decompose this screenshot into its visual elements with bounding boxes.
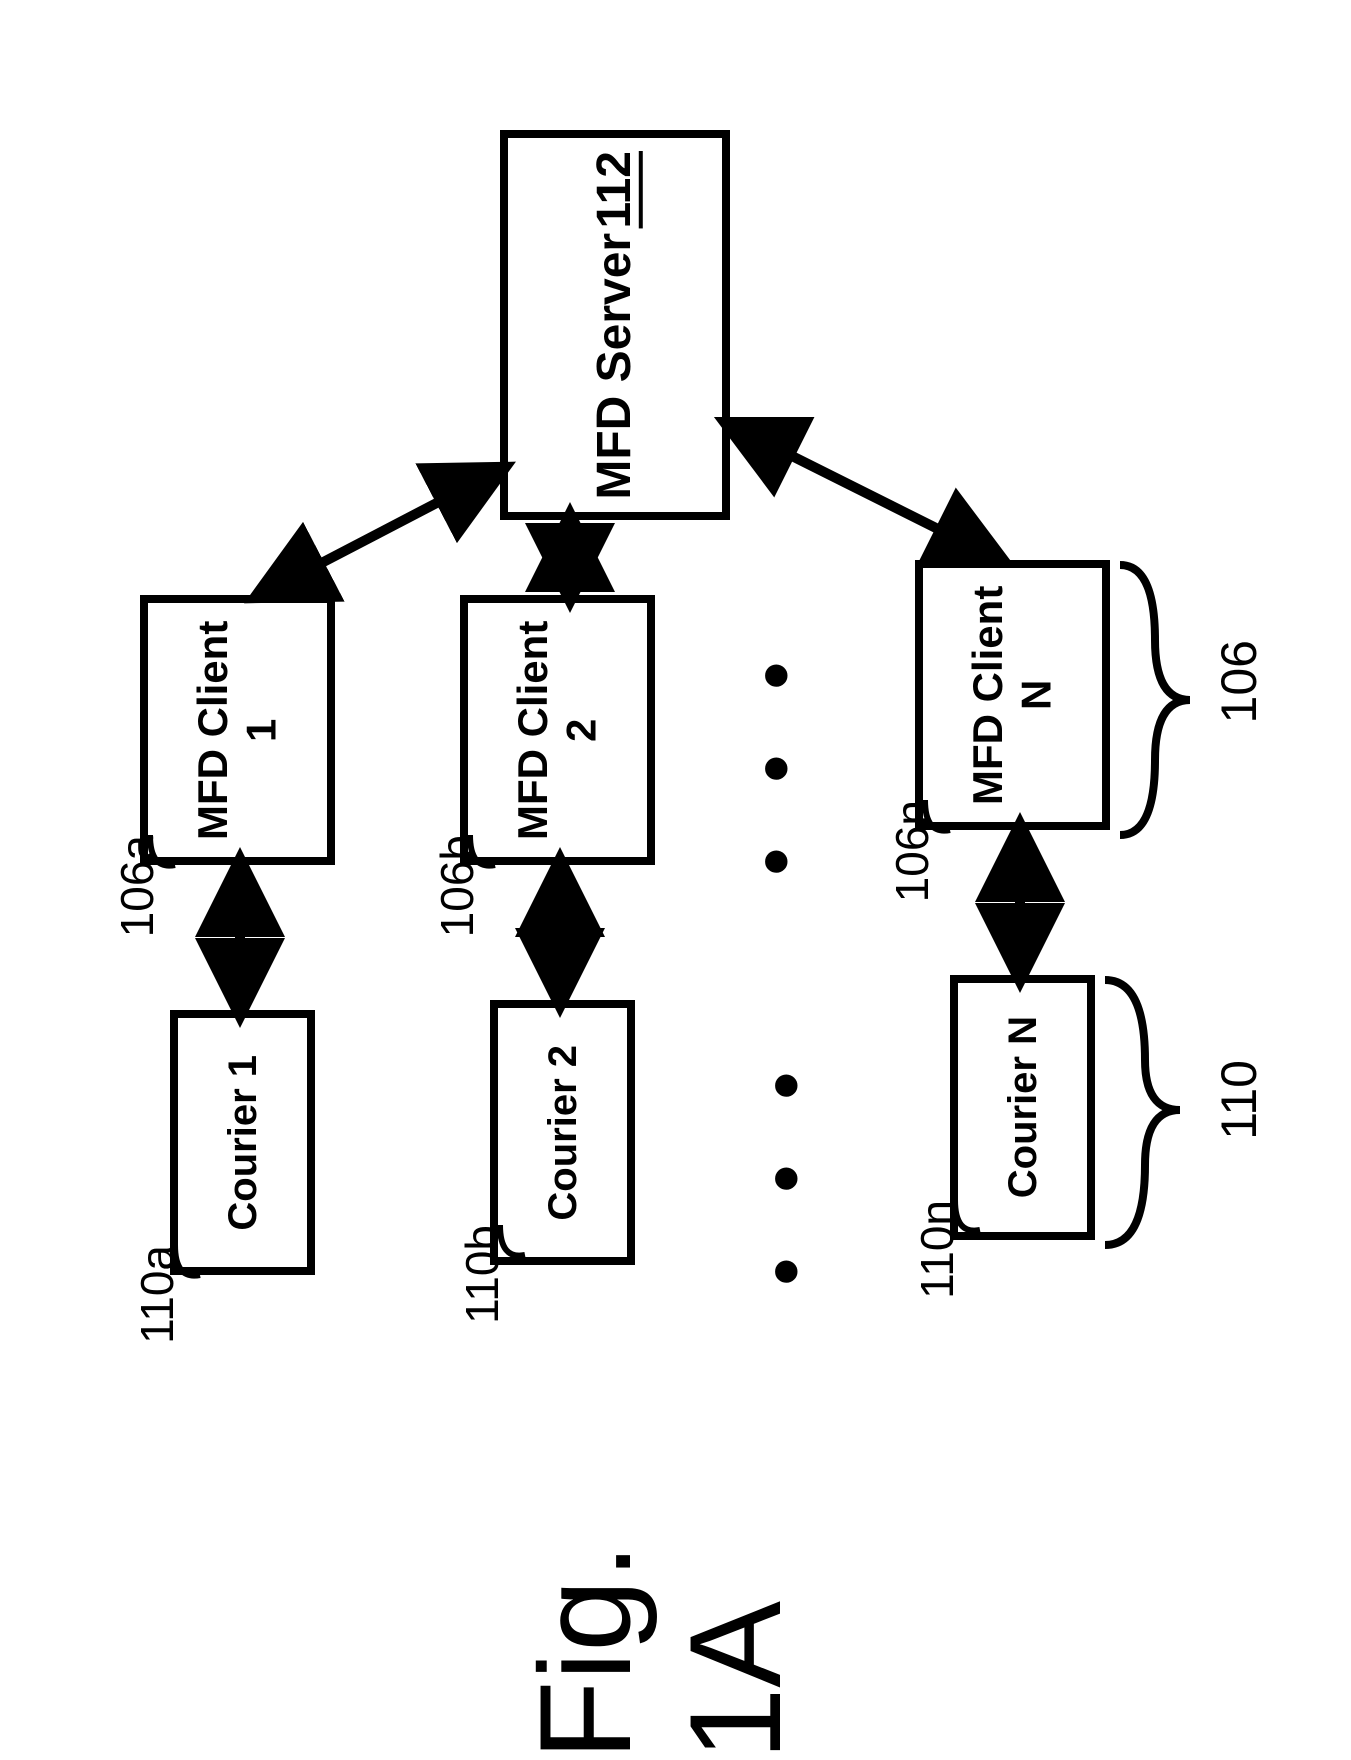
- ref-106a: 106a: [110, 835, 164, 937]
- diagram-canvas: MFD Server 112 MFD Client 1 MFD Client 2…: [0, 0, 1351, 1760]
- ref-110a: 110a: [130, 1245, 184, 1344]
- client-n-label: MFD Client N: [964, 585, 1059, 804]
- courier-1-box: Courier 1: [170, 1010, 315, 1275]
- server-ref: 112: [588, 151, 641, 228]
- courier-n-label: Courier N: [1001, 1016, 1045, 1198]
- ref-110-group: 110: [1210, 1060, 1268, 1140]
- courier-2-box: Courier 2: [490, 1000, 635, 1265]
- courier-n-box: Courier N: [950, 975, 1095, 1240]
- ref-110n: 110n: [910, 1200, 964, 1299]
- courier-2-label: Courier 2: [541, 1045, 585, 1221]
- mfd-client-1-box: MFD Client 1: [140, 595, 335, 865]
- mfd-client-2-box: MFD Client 2: [460, 595, 655, 865]
- clients-ellipsis: • • •: [730, 640, 821, 875]
- ref-106b: 106b: [430, 835, 484, 937]
- ref-106-group: 106: [1210, 640, 1268, 723]
- server-title: MFD Server: [588, 233, 641, 500]
- mfd-client-n-box: MFD Client N: [915, 560, 1110, 830]
- mfd-server-box: MFD Server 112: [500, 130, 730, 520]
- courier-1-label: Courier 1: [221, 1055, 265, 1231]
- client-2-label: MFD Client 2: [509, 620, 604, 839]
- ref-106n: 106n: [885, 800, 939, 902]
- ref-110b: 110b: [455, 1225, 509, 1324]
- figure-label: Fig. 1A: [510, 1480, 810, 1760]
- client-1-label: MFD Client 1: [189, 620, 284, 839]
- couriers-ellipsis: • • •: [740, 1050, 831, 1285]
